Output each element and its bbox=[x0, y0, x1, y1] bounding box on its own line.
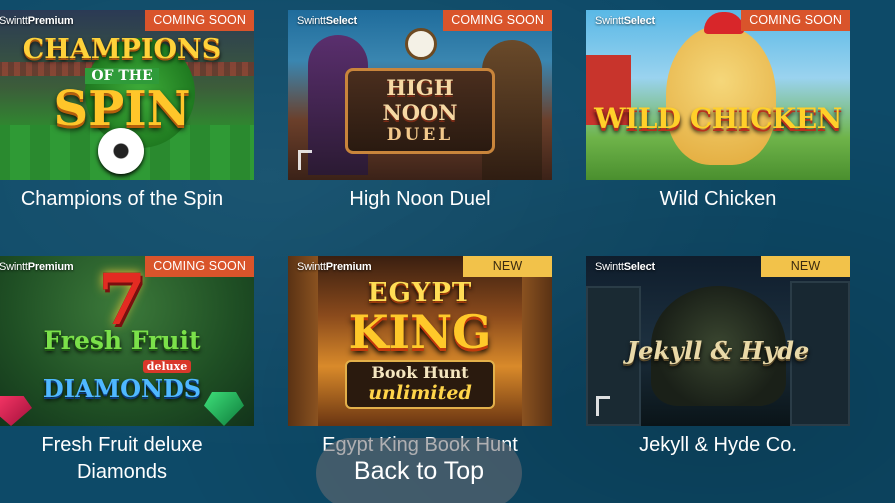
status-badge: COMING SOON bbox=[443, 10, 552, 31]
game-card[interactable]: CHAMPIONS OF THE SPIN SwinttPremium COMI… bbox=[0, 10, 254, 213]
provider-label: SwinttSelect bbox=[297, 15, 357, 27]
soccer-ball-icon bbox=[98, 128, 144, 174]
game-card[interactable]: 7 Fresh Fruit deluxe DIAMONDS SwinttPrem… bbox=[0, 256, 254, 486]
game-title[interactable]: Fresh Fruit deluxe Diamonds bbox=[0, 432, 254, 486]
provider-logo-icon bbox=[596, 396, 610, 416]
game-thumbnail[interactable]: 7 Fresh Fruit deluxe DIAMONDS SwinttPrem… bbox=[0, 256, 254, 426]
provider-logo-icon bbox=[298, 150, 312, 170]
game-art-title: HIGH NOON DUEL bbox=[288, 68, 552, 154]
provider-label: SwinttPremium bbox=[0, 15, 74, 27]
game-thumbnail[interactable]: HIGH NOON DUEL SwinttSelect COMING SOON bbox=[288, 10, 552, 180]
status-badge: NEW bbox=[463, 256, 552, 277]
back-to-top-button[interactable]: Back to Top bbox=[316, 438, 522, 503]
game-art-title: WILD CHICKEN bbox=[594, 102, 842, 135]
game-art-title: Jekyll & Hyde bbox=[626, 336, 810, 365]
status-badge: COMING SOON bbox=[145, 256, 254, 277]
game-art-title: CHAMPIONS OF THE SPIN bbox=[22, 34, 222, 137]
game-art-title: 7 Fresh Fruit deluxe DIAMONDS bbox=[42, 258, 202, 404]
provider-label: SwinttSelect bbox=[595, 15, 655, 27]
game-card[interactable]: EGYPT KING Book Hunt unlimited SwinttPre… bbox=[288, 256, 552, 459]
game-thumbnail[interactable]: Jekyll & Hyde SwinttSelect NEW bbox=[586, 256, 850, 426]
game-title[interactable]: Champions of the Spin bbox=[0, 186, 254, 213]
game-title[interactable]: High Noon Duel bbox=[288, 186, 552, 213]
provider-label: SwinttPremium bbox=[297, 261, 372, 273]
game-thumbnail[interactable]: WILD CHICKEN SwinttSelect COMING SOON bbox=[586, 10, 850, 180]
chicken-comb-icon bbox=[704, 12, 744, 34]
game-card[interactable]: HIGH NOON DUEL SwinttSelect COMING SOON … bbox=[288, 10, 552, 213]
game-thumbnail[interactable]: CHAMPIONS OF THE SPIN SwinttPremium COMI… bbox=[0, 10, 254, 180]
status-badge: COMING SOON bbox=[741, 10, 850, 31]
game-title[interactable]: Wild Chicken bbox=[586, 186, 850, 213]
game-thumbnail[interactable]: EGYPT KING Book Hunt unlimited SwinttPre… bbox=[288, 256, 552, 426]
status-badge: NEW bbox=[761, 256, 850, 277]
status-badge: COMING SOON bbox=[145, 10, 254, 31]
game-title[interactable]: Jekyll & Hyde Co. bbox=[586, 432, 850, 459]
provider-label: SwinttSelect bbox=[595, 261, 655, 273]
game-card[interactable]: Jekyll & Hyde SwinttSelect NEW Jekyll & … bbox=[586, 256, 850, 459]
clock-icon bbox=[405, 28, 437, 60]
provider-label: SwinttPremium bbox=[0, 261, 74, 273]
game-card[interactable]: WILD CHICKEN SwinttSelect COMING SOON Wi… bbox=[586, 10, 850, 213]
game-art-title: EGYPT KING Book Hunt unlimited bbox=[288, 278, 552, 409]
gem-icon bbox=[204, 392, 244, 426]
